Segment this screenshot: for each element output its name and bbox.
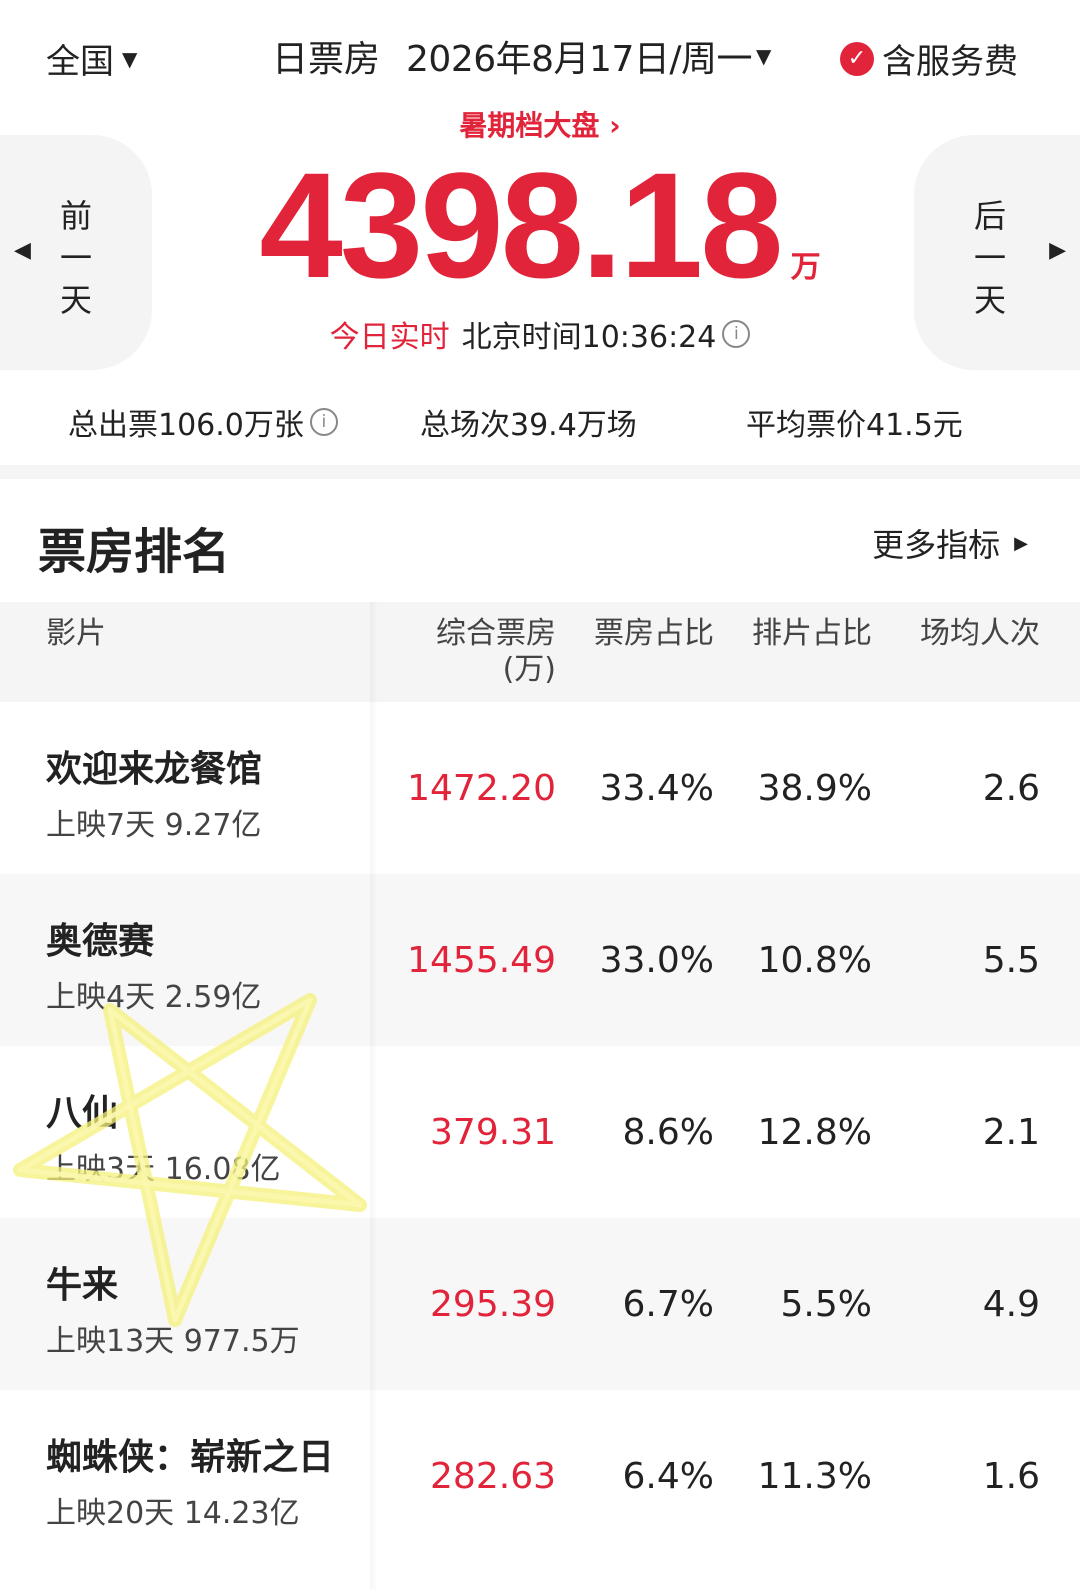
check-circle-icon: ✓ [840, 41, 874, 76]
region-selector[interactable]: 全国 ▼ [46, 34, 137, 83]
box-share-value: 33.4% [599, 768, 714, 809]
film-name: 奥德赛 [46, 921, 155, 962]
table-row[interactable]: 蜘蛛侠：崭新之日 上映20天 14.23亿 282.63 6.4% 11.3% … [0, 1390, 1080, 1562]
summary-stats: 总出票106.0万张 i 总场次39.4万场 平均票价41.5元 [0, 400, 1080, 450]
total-box-unit: 万 [790, 250, 821, 285]
total-tickets: 总出票106.0万张 i [68, 400, 338, 444]
caret-down-icon: ▼ [122, 46, 138, 71]
date-selector[interactable]: 日票房 2026年8月17日/周一 ▼ [272, 30, 771, 82]
triangle-right-icon: ▶ [1014, 532, 1028, 554]
top-bar: 全国 ▼ 日票房 2026年8月17日/周一 ▼ ✓ 含服务费 [0, 0, 1080, 105]
film-name: 牛来 [46, 1265, 119, 1306]
film-release-info: 上映20天 14.23亿 [46, 1496, 300, 1531]
table-header: 影片 综合票房 (万) 票房占比 排片占比 场均人次 [0, 602, 1080, 702]
schedule-share-value: 11.3% [757, 1456, 872, 1497]
avg-people-value: 2.6 [982, 768, 1040, 809]
schedule-share-value: 5.5% [780, 1284, 872, 1325]
section-divider [0, 465, 1080, 479]
film-name: 八仙 [46, 1093, 119, 1134]
film-release-info: 上映4天 2.59亿 [46, 980, 262, 1015]
box-share-value: 6.4% [622, 1456, 714, 1497]
ranking-table: 影片 综合票房 (万) 票房占比 排片占比 场均人次 欢迎来龙餐馆 上映7天 9.… [0, 602, 1080, 1562]
date-type-label: 日票房 [272, 39, 381, 80]
realtime-line: 今日实时 北京时间10:36:24 i [0, 312, 1080, 356]
col-avg-people[interactable]: 场均人次 [920, 616, 1040, 652]
box-share-value: 8.6% [622, 1112, 714, 1153]
box-value: 1455.49 [407, 940, 556, 981]
col-film: 影片 [46, 616, 106, 651]
box-value: 282.63 [430, 1456, 556, 1497]
summer-season-link[interactable]: 暑期档大盘 › [0, 104, 1080, 144]
film-name: 蜘蛛侠：崭新之日 [46, 1437, 335, 1478]
total-box-value: 4398.18 [259, 141, 783, 309]
film-release-info: 上映3天 16.08亿 [46, 1152, 281, 1187]
total-shows: 总场次39.4万场 [420, 408, 637, 443]
info-circle-icon[interactable]: i [309, 408, 338, 436]
beijing-time: 北京时间10:36:24 [461, 320, 717, 355]
info-circle-icon[interactable]: i [722, 320, 751, 348]
service-fee-label: 含服务费 [882, 42, 1018, 82]
date-label: 2026年8月17日/周一 [406, 39, 752, 80]
more-metrics-button[interactable]: 更多指标 ▶ [872, 520, 1028, 566]
service-fee-toggle[interactable]: ✓ 含服务费 [840, 34, 1018, 83]
avg-people-value: 1.6 [982, 1456, 1040, 1497]
avg-people-value: 2.1 [982, 1112, 1040, 1153]
ranking-title: 票房排名 [38, 524, 231, 580]
avg-people-value: 4.9 [982, 1284, 1040, 1325]
caret-down-icon: ▼ [755, 44, 772, 68]
total-box-office: 4398.18 万 [0, 150, 1080, 300]
table-row[interactable]: 牛来 上映13天 977.5万 295.39 6.7% 5.5% 4.9 [0, 1218, 1080, 1390]
film-name: 欢迎来龙餐馆 [46, 749, 263, 790]
table-row[interactable]: 奥德赛 上映4天 2.59亿 1455.49 33.0% 10.8% 5.5 [0, 874, 1080, 1046]
film-release-info: 上映7天 9.27亿 [46, 808, 262, 843]
box-value: 379.31 [430, 1112, 556, 1153]
box-value: 1472.20 [407, 768, 556, 809]
table-row[interactable]: 八仙 上映3天 16.08亿 379.31 8.6% 12.8% 2.1 [0, 1046, 1080, 1218]
schedule-share-value: 10.8% [757, 940, 872, 981]
frozen-column-shadow [370, 602, 378, 1589]
table-row[interactable]: 欢迎来龙餐馆 上映7天 9.27亿 1472.20 33.4% 38.9% 2.… [0, 702, 1080, 874]
schedule-share-value: 12.8% [757, 1112, 872, 1153]
col-schedule-share[interactable]: 排片占比 [752, 616, 872, 652]
col-box[interactable]: 综合票房 (万) [436, 616, 556, 688]
realtime-label: 今日实时 [329, 320, 450, 355]
total-tickets-text: 总出票106.0万张 [68, 408, 304, 443]
schedule-share-value: 38.9% [757, 768, 872, 809]
box-share-value: 33.0% [599, 940, 714, 981]
box-value: 295.39 [430, 1284, 556, 1325]
avg-people-value: 5.5 [982, 940, 1040, 981]
box-share-value: 6.7% [622, 1284, 714, 1325]
more-metrics-label: 更多指标 [872, 526, 1001, 564]
region-label: 全国 [46, 42, 114, 82]
col-box-share[interactable]: 票房占比 [594, 616, 714, 652]
film-release-info: 上映13天 977.5万 [46, 1324, 300, 1359]
average-price: 平均票价41.5元 [746, 408, 963, 443]
